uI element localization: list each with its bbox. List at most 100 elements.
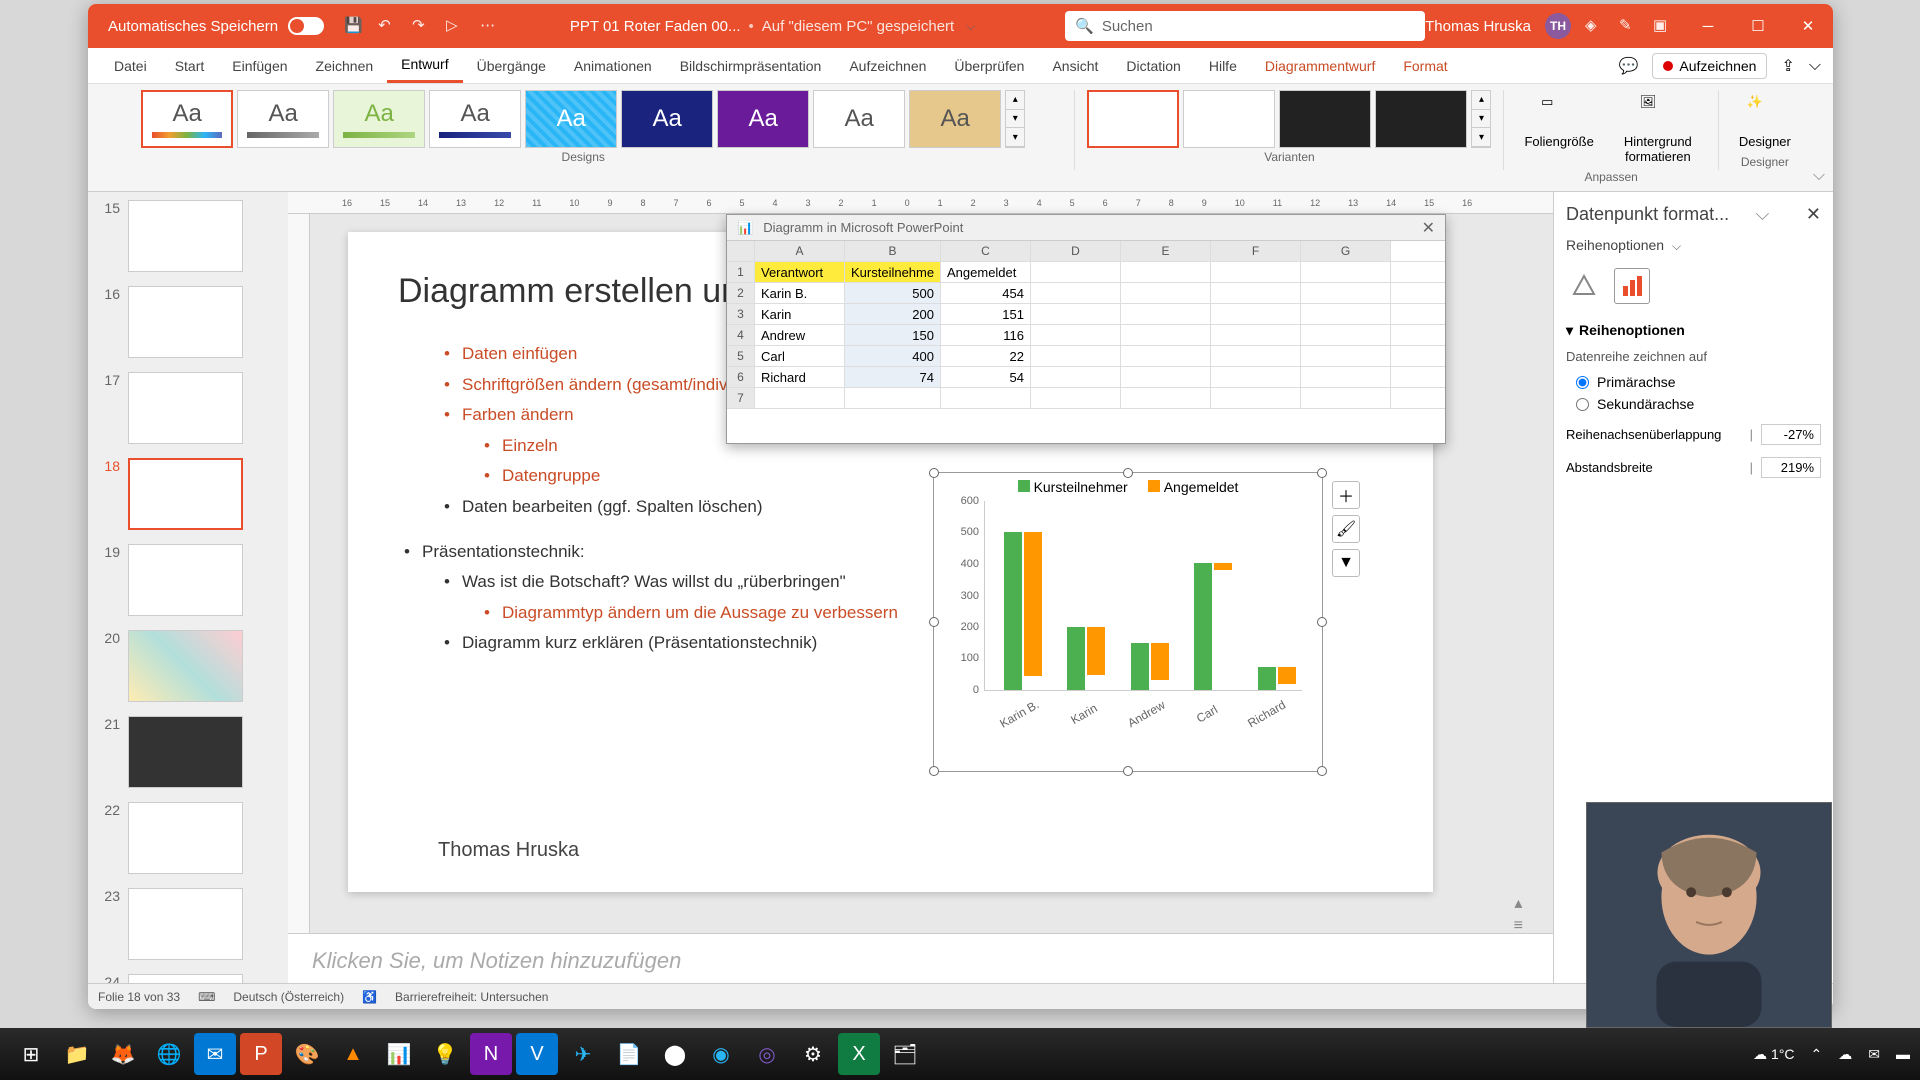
resize-handle[interactable] [1317,617,1327,627]
gallery-spinner[interactable]: ▴▾▾ [1005,90,1025,148]
minimize-button[interactable]: ─ [1683,4,1733,48]
bar[interactable] [1004,532,1022,690]
accessibility-status[interactable]: Barrierefreiheit: Untersuchen [395,990,548,1004]
bar[interactable] [1194,563,1212,690]
notes-area[interactable]: Klicken Sie, um Notizen hinzuzufügen [288,933,1553,983]
bar[interactable] [1087,627,1105,675]
cell[interactable]: 454 [941,283,1031,303]
cell[interactable]: Carl [755,346,845,366]
cell[interactable] [1211,283,1301,303]
col-header[interactable]: E [1121,241,1211,261]
cell[interactable] [845,388,941,408]
secondary-axis-radio[interactable]: Sekundärachse [1576,396,1821,412]
cell[interactable] [755,388,845,408]
resize-handle[interactable] [1317,468,1327,478]
onenote-icon[interactable]: N [470,1033,512,1075]
cell[interactable] [1301,388,1391,408]
resize-handle[interactable] [1317,766,1327,776]
slide-thumbnails[interactable]: 15 16 17 18 19 20 21 22 23 24 [88,192,288,983]
cell[interactable] [1301,325,1391,345]
slide-size-button[interactable]: ▭ Foliengröße [1516,90,1601,168]
chrome-icon[interactable]: 🌐 [148,1033,190,1075]
row-header[interactable]: 3 [727,304,755,324]
language-status[interactable]: Deutsch (Österreich) [233,990,344,1004]
resize-handle[interactable] [929,617,939,627]
fill-line-icon[interactable] [1566,268,1602,304]
chart-object[interactable]: Kursteilnehmer Angemeldet 600 500 400 30… [933,472,1323,772]
cell[interactable]: 54 [941,367,1031,387]
cell[interactable] [1121,367,1211,387]
tab-dictation[interactable]: Dictation [1112,50,1194,82]
col-header[interactable]: A [755,241,845,261]
redo-icon[interactable]: ↷ [412,16,432,36]
vlc-icon[interactable]: ▲ [332,1033,374,1075]
resize-handle[interactable] [1123,766,1133,776]
share-icon[interactable]: ⇪ [1781,56,1794,76]
tray-chevron-icon[interactable]: ⌃ [1811,1046,1823,1063]
chevron-down-icon[interactable]: ⌵ [1756,204,1770,225]
cell[interactable]: 200 [845,304,941,324]
user-avatar[interactable]: TH [1545,13,1571,39]
chart-filter-button[interactable]: ▼ [1332,549,1360,577]
cell[interactable]: 74 [845,367,941,387]
maximize-button[interactable]: ☐ [1733,4,1783,48]
cell[interactable] [1301,304,1391,324]
variant-option[interactable] [1279,90,1371,148]
pen-icon[interactable]: ✎ [1619,16,1639,36]
bar[interactable] [1278,667,1296,684]
outlook-icon[interactable]: ✉ [194,1033,236,1075]
bar[interactable] [1258,667,1276,690]
cell[interactable] [1301,346,1391,366]
tab-uebergaenge[interactable]: Übergänge [463,50,560,82]
search-box[interactable]: 🔍 Suchen [1065,11,1425,41]
theme-option[interactable]: Aa [717,90,809,148]
tab-aufzeichnen[interactable]: Aufzeichnen [835,50,940,82]
cell[interactable]: Karin [755,304,845,324]
cell[interactable]: Karin B. [755,283,845,303]
cell[interactable] [1211,388,1301,408]
cell[interactable]: Verantwort [755,262,845,282]
row-header[interactable]: 4 [727,325,755,345]
section-title[interactable]: Reihenoptionen [1579,322,1685,338]
tab-einfuegen[interactable]: Einfügen [218,50,301,82]
tab-datei[interactable]: Datei [100,50,161,82]
collapse-ribbon-icon[interactable]: ⌵ [1813,167,1825,185]
cell[interactable] [1121,388,1211,408]
app-icon[interactable]: 💡 [424,1033,466,1075]
cell[interactable] [1121,304,1211,324]
tab-zeichnen[interactable]: Zeichnen [302,50,388,82]
tab-ueberpruefen[interactable]: Überprüfen [940,50,1038,82]
cell[interactable] [1031,304,1121,324]
chart-add-element-button[interactable]: ＋ [1332,481,1360,509]
undo-icon[interactable]: ↶ [378,16,398,36]
theme-option[interactable]: Aa [333,90,425,148]
slide-thumb[interactable] [128,286,243,358]
powerpoint-icon[interactable]: P [240,1033,282,1075]
cell[interactable] [941,388,1031,408]
series-options-icon[interactable] [1614,268,1650,304]
obs-icon[interactable]: ⬤ [654,1033,696,1075]
cell[interactable] [1031,325,1121,345]
resize-handle[interactable] [929,766,939,776]
start-menu-icon[interactable]: ⊞ [10,1033,52,1075]
cell[interactable]: 150 [845,325,941,345]
cell[interactable]: 22 [941,346,1031,366]
mail-tray-icon[interactable]: ✉ [1868,1046,1880,1063]
app-icon[interactable]: 🗂 [884,1033,926,1075]
comments-icon[interactable]: 💬 [1618,56,1638,76]
theme-option[interactable]: Aa [621,90,713,148]
col-header[interactable]: B [845,241,941,261]
record-button[interactable]: Aufzeichnen [1652,53,1767,79]
app-icon[interactable]: 📄 [608,1033,650,1075]
gallery-spinner[interactable]: ▴▾▾ [1471,90,1491,148]
resize-handle[interactable] [1123,468,1133,478]
toggle-switch[interactable] [288,17,324,35]
gap-value[interactable]: 219% [1761,457,1821,478]
row-header[interactable]: 2 [727,283,755,303]
app-icon[interactable]: 📊 [378,1033,420,1075]
variant-option[interactable] [1183,90,1275,148]
window-icon[interactable]: ▣ [1653,16,1673,36]
row-header[interactable]: 6 [727,367,755,387]
cell[interactable]: Richard [755,367,845,387]
cell[interactable] [1031,283,1121,303]
